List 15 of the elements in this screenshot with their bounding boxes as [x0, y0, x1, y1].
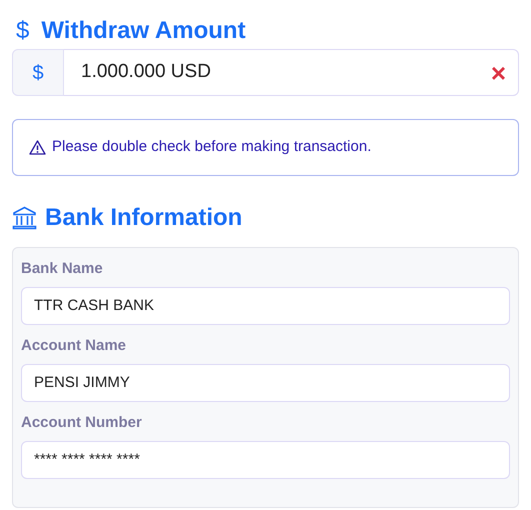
text-field[interactable]: PENSI JIMMY	[21, 364, 510, 402]
section-title: Bank Information	[45, 203, 242, 233]
text-field[interactable]: **** **** **** ****	[21, 441, 510, 479]
dollar-icon: $	[16, 13, 30, 49]
clear-button[interactable]: ×	[490, 60, 506, 86]
field-label: Account Number	[21, 414, 143, 433]
bank-icon	[12, 206, 37, 230]
warning-icon	[29, 140, 46, 155]
warning-text: Please double check before making transaction.	[52, 137, 372, 158]
section-title: Withdraw Amount	[41, 16, 246, 46]
currency-addon: $	[12, 49, 64, 96]
field-label: Bank Name	[21, 260, 104, 279]
field-label: Account Name	[21, 337, 128, 356]
amount-field[interactable]: 1.000.000 USD ×	[64, 49, 519, 96]
text-field[interactable]: TTR CASH BANK	[21, 287, 510, 325]
